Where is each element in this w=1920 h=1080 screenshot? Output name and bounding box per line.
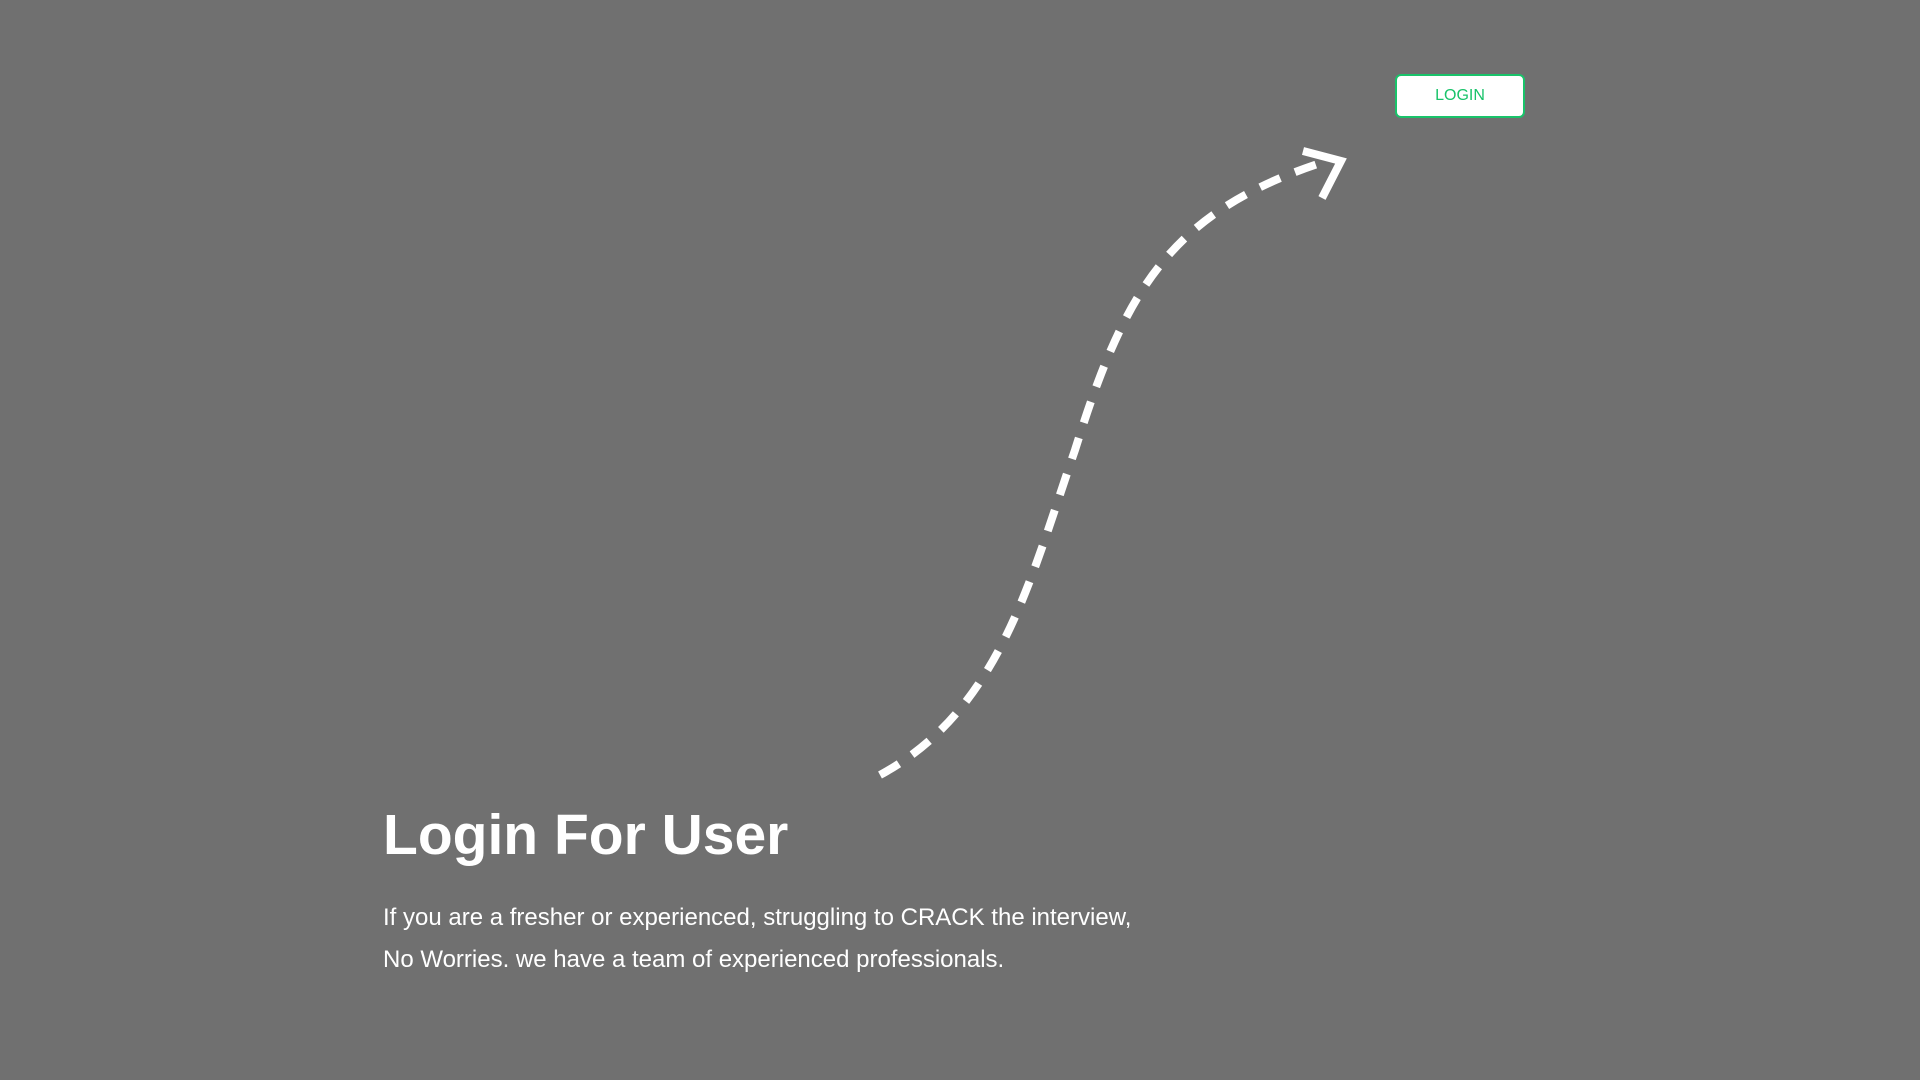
login-page: LOGIN Login For User If you are a freshe…: [0, 0, 1920, 1080]
hero-description: If you are a fresher or experienced, str…: [383, 897, 1283, 981]
hero-description-line-1: If you are a fresher or experienced, str…: [383, 904, 1132, 931]
login-button[interactable]: LOGIN: [1395, 74, 1525, 118]
hero-section: Login For User If you are a fresher or e…: [383, 795, 1283, 981]
hero-description-line-2: No Worries. we have a team of experience…: [383, 946, 1005, 973]
page-title: Login For User: [383, 803, 789, 867]
